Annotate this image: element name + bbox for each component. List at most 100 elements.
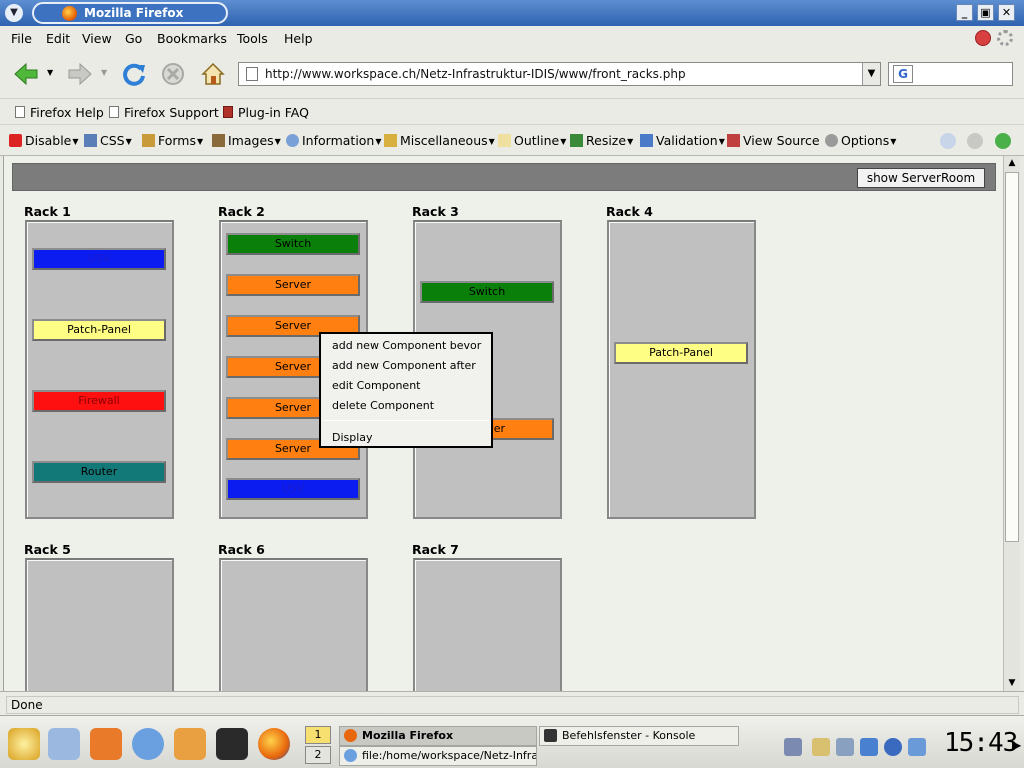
url-bar[interactable]: http://www.workspace.ch/Netz-Infrastrukt…	[238, 62, 881, 86]
help-center-icon[interactable]	[174, 728, 206, 760]
desktop-pager-1[interactable]: 1	[305, 726, 331, 744]
minimize-button[interactable]: _	[956, 4, 973, 21]
dev-outline-menu[interactable]: Outline▼	[498, 133, 566, 148]
rack-component[interactable]: Patch-Panel	[614, 342, 748, 364]
dev-resize-menu[interactable]: Resize▼	[570, 133, 633, 148]
bookmark-plugin-faq[interactable]: Plug-in FAQ	[223, 105, 309, 120]
rack-component[interactable]: USV	[32, 248, 166, 270]
maximize-button[interactable]: ▣	[977, 4, 994, 21]
dev-miscellaneous-menu[interactable]: Miscellaneous▼	[384, 133, 495, 148]
rack-4[interactable]: Patch-Panel	[607, 220, 756, 519]
task-label: file:/home/workspace/Netz-Infrastrukt	[362, 749, 536, 762]
menu-view[interactable]: View	[82, 31, 112, 46]
dev-label: View Source	[743, 133, 820, 148]
desktop-pager-2[interactable]: 2	[305, 746, 331, 764]
rack-component[interactable]: Firewall	[32, 390, 166, 412]
url-text[interactable]: http://www.workspace.ch/Netz-Infrastrukt…	[265, 67, 686, 81]
task-label: Mozilla Firefox	[362, 729, 454, 742]
menu-help[interactable]: Help	[284, 31, 313, 46]
task-konsole[interactable]: Befehlsfenster - Konsole	[539, 726, 739, 746]
konqueror-icon[interactable]	[132, 728, 164, 760]
rack-component[interactable]: Patch-Panel	[32, 319, 166, 341]
rack-7[interactable]	[413, 558, 562, 691]
forward-history-chevron-icon[interactable]: ▼	[101, 68, 107, 77]
back-history-chevron-icon[interactable]: ▼	[47, 68, 53, 77]
dev-view-source-button[interactable]: View Source	[727, 133, 820, 148]
chevron-down-icon: ▼	[125, 137, 132, 146]
clock[interactable]: 15:43	[944, 728, 1018, 758]
dev-options-menu[interactable]: Options▼	[825, 133, 896, 148]
konsole-icon	[544, 729, 557, 742]
dev-information-menu[interactable]: Information▼	[286, 133, 382, 148]
home-icon[interactable]	[200, 61, 226, 87]
plugin-icon	[223, 106, 233, 118]
rack-component[interactable]: Router	[32, 461, 166, 483]
rack-component[interactable]: USV	[226, 478, 360, 500]
volume-tray-icon[interactable]	[836, 738, 854, 756]
menu-go[interactable]: Go	[125, 31, 142, 46]
gear-icon	[825, 134, 838, 147]
css-icon	[84, 134, 97, 147]
forward-arrow-icon[interactable]	[67, 61, 93, 87]
reload-icon[interactable]	[121, 61, 147, 87]
menu-bookmarks[interactable]: Bookmarks	[157, 31, 227, 46]
stop-icon[interactable]	[160, 61, 186, 87]
settings-icon[interactable]	[967, 133, 983, 149]
dev-forms-menu[interactable]: Forms▼	[142, 133, 203, 148]
menu-add-component-before[interactable]: add new Component bevor	[332, 339, 481, 352]
tools-tray-icon[interactable]	[908, 738, 926, 756]
bookmark-firefox-help[interactable]: Firefox Help	[15, 105, 104, 120]
desktop-icon[interactable]	[48, 728, 80, 760]
dev-disable-menu[interactable]: Disable▼	[9, 133, 79, 148]
rack-component[interactable]: Switch	[226, 233, 360, 255]
show-serverroom-button[interactable]: show ServerRoom	[857, 168, 985, 188]
google-search-engine-icon[interactable]: G	[893, 65, 913, 83]
search-input[interactable]: G	[888, 62, 1013, 86]
display-tray-icon[interactable]	[860, 738, 878, 756]
url-history-dropdown-icon[interactable]: ▼	[862, 63, 880, 85]
dev-label: Forms	[158, 133, 197, 148]
rack-label: Rack 5	[24, 542, 71, 557]
terminal-icon[interactable]	[216, 728, 248, 760]
menu-display[interactable]: Display	[332, 431, 373, 444]
konqueror-icon	[344, 749, 357, 762]
navigation-toolbar: ▼ ▼ http://www.workspace.ch/Netz-Infrast…	[0, 50, 1024, 98]
dev-css-menu[interactable]: CSS▼	[84, 133, 132, 148]
kde-menu-icon[interactable]	[8, 728, 40, 760]
menubar: File Edit View Go Bookmarks Tools Help	[0, 26, 1024, 50]
bookmark-firefox-support[interactable]: Firefox Support	[109, 105, 219, 120]
scrollbar-thumb[interactable]	[1005, 172, 1019, 542]
validation-icon	[640, 134, 653, 147]
rack-component[interactable]: Server	[226, 274, 360, 296]
vertical-scrollbar[interactable]: ▲ ▼	[1003, 156, 1020, 691]
network-tray-icon[interactable]	[784, 738, 802, 756]
chevron-down-icon: ▼	[890, 137, 897, 146]
rack-6[interactable]	[219, 558, 368, 691]
dev-validation-menu[interactable]: Validation▼	[640, 133, 725, 148]
task-firefox[interactable]: Mozilla Firefox	[339, 726, 537, 746]
dev-label: CSS	[100, 133, 125, 148]
klipper-tray-icon[interactable]	[812, 738, 830, 756]
window-menu-button[interactable]: ▼	[5, 4, 23, 22]
taskbar: 1 2 Mozilla Firefox Befehlsfenster - Kon…	[0, 715, 1024, 768]
scroll-up-icon[interactable]: ▲	[1006, 157, 1018, 169]
menu-edit-component[interactable]: edit Component	[332, 379, 420, 392]
menu-file[interactable]: File	[11, 31, 32, 46]
dev-images-menu[interactable]: Images▼	[212, 133, 281, 148]
scroll-down-icon[interactable]: ▼	[1006, 677, 1018, 689]
menu-tools[interactable]: Tools	[237, 31, 268, 46]
help-icon[interactable]	[940, 133, 956, 149]
rack-1[interactable]: USV Patch-Panel Firewall Router	[25, 220, 174, 519]
menu-add-component-after[interactable]: add new Component after	[332, 359, 476, 372]
rack-5[interactable]	[25, 558, 174, 691]
close-button[interactable]: ✕	[998, 4, 1015, 21]
rack-component[interactable]: Switch	[420, 281, 554, 303]
play-icon[interactable]	[995, 133, 1011, 149]
menu-delete-component[interactable]: delete Component	[332, 399, 434, 412]
update-tray-icon[interactable]	[884, 738, 902, 756]
back-arrow-icon[interactable]	[13, 61, 39, 87]
home-folder-icon[interactable]	[90, 728, 122, 760]
firefox-launcher-icon[interactable]	[258, 728, 290, 760]
menu-edit[interactable]: Edit	[46, 31, 70, 46]
task-file-window[interactable]: file:/home/workspace/Netz-Infrastrukt	[339, 746, 537, 766]
